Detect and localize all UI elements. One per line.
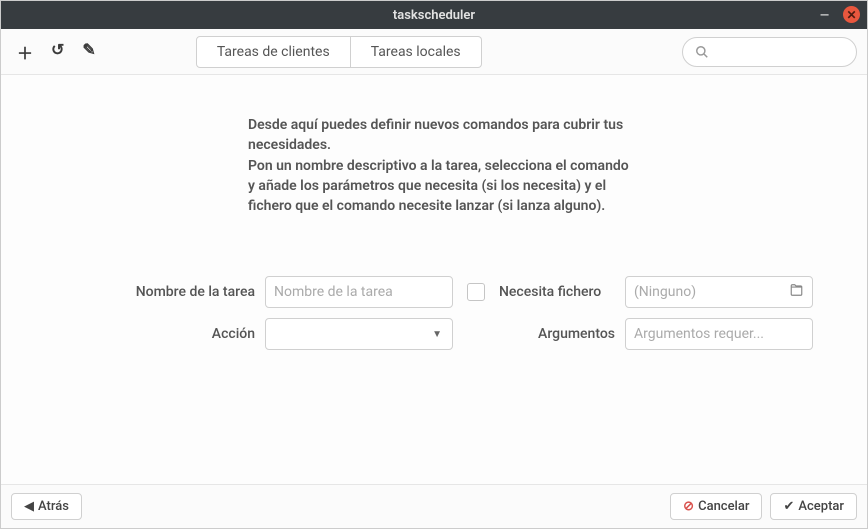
task-name-label: Nombre de la tarea bbox=[21, 284, 259, 300]
titlebar: taskscheduler — ✕ bbox=[1, 1, 867, 29]
cancel-button[interactable]: ⊘ Cancelar bbox=[670, 493, 762, 520]
action-select[interactable]: ▼ bbox=[265, 318, 453, 350]
file-chooser[interactable]: (Ninguno) bbox=[625, 276, 813, 308]
accept-button[interactable]: ✔ Aceptar bbox=[770, 493, 857, 520]
check-icon: ✔ bbox=[783, 499, 794, 514]
back-button[interactable]: ◀ Atrás bbox=[11, 493, 82, 520]
task-name-input[interactable] bbox=[265, 276, 453, 308]
chevron-down-icon: ▼ bbox=[432, 329, 442, 340]
refresh-icon[interactable]: ↺ bbox=[51, 40, 64, 64]
tab-client-tasks[interactable]: Tareas de clientes bbox=[196, 36, 351, 68]
back-button-label: Atrás bbox=[38, 499, 69, 514]
arguments-input[interactable] bbox=[625, 318, 813, 350]
close-button[interactable]: ✕ bbox=[843, 6, 860, 23]
needs-file-label: Necesita fichero bbox=[499, 284, 619, 300]
plus-icon[interactable]: ＋ bbox=[17, 40, 33, 64]
arrow-left-icon: ◀ bbox=[24, 499, 34, 514]
bottombar: ◀ Atrás ⊘ Cancelar ✔ Aceptar bbox=[1, 484, 867, 528]
toolbar-right bbox=[682, 37, 857, 67]
toolbar-icons: ＋ ↺ ✎ bbox=[11, 40, 96, 64]
cancel-button-label: Cancelar bbox=[698, 499, 749, 514]
content: Desde aquí puedes definir nuevos comando… bbox=[1, 75, 867, 484]
tabs: Tareas de clientes Tareas locales bbox=[196, 36, 482, 68]
search-input[interactable] bbox=[682, 37, 857, 67]
toolbar: ＋ ↺ ✎ Tareas de clientes Tareas locales bbox=[1, 29, 867, 75]
bottombar-right: ⊘ Cancelar ✔ Aceptar bbox=[670, 493, 857, 520]
accept-button-label: Aceptar bbox=[798, 499, 844, 514]
window-title: taskscheduler bbox=[393, 8, 475, 23]
folder-icon bbox=[789, 283, 804, 301]
arguments-label: Argumentos bbox=[499, 326, 619, 342]
edit-icon[interactable]: ✎ bbox=[82, 40, 95, 64]
form: Nombre de la tarea Necesita fichero (Nin… bbox=[21, 276, 847, 350]
tab-local-tasks[interactable]: Tareas locales bbox=[351, 36, 482, 68]
minimize-button[interactable]: — bbox=[816, 6, 833, 23]
needs-file-checkbox[interactable] bbox=[467, 283, 485, 301]
description-text: Desde aquí puedes definir nuevos comando… bbox=[234, 115, 634, 216]
prohibit-icon: ⊘ bbox=[683, 499, 694, 514]
action-label: Acción bbox=[21, 326, 259, 342]
file-placeholder: (Ninguno) bbox=[634, 284, 696, 300]
search-icon bbox=[695, 45, 709, 59]
